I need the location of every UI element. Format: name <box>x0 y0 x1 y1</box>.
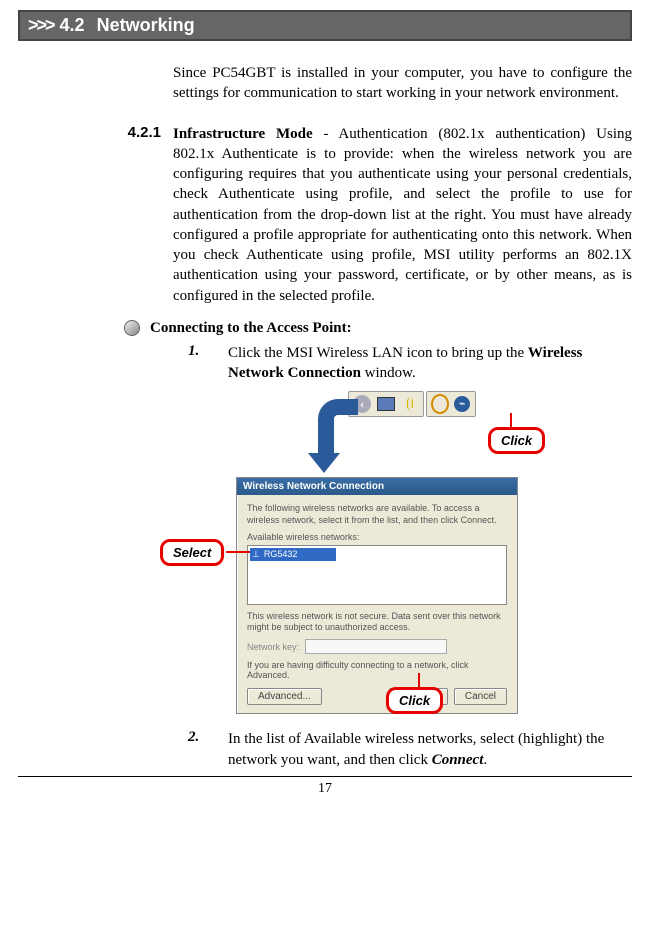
infra-mode-label: Infrastructure Mode <box>173 126 313 142</box>
bullet-icon <box>124 320 140 336</box>
callout-line <box>510 413 512 430</box>
step2-bold: Connect <box>432 752 484 768</box>
subsection-text: - Authentication (802.1x authentication)… <box>173 126 632 304</box>
step2-part2: . <box>483 752 487 768</box>
signal-icon: ⊥ <box>252 549 260 560</box>
network-key-input[interactable] <box>305 639 447 654</box>
network-item-selected[interactable]: ⊥ RG5432 <box>250 548 336 561</box>
step-number: 1. <box>188 343 228 384</box>
intro-paragraph: Since PC54GBT is installed in your compu… <box>173 63 632 104</box>
subsection-421: 4.2.1 Infrastructure Mode - Authenticati… <box>18 124 632 306</box>
dialog-body: The following wireless networks are avai… <box>237 495 517 713</box>
advanced-button[interactable]: Advanced... <box>247 688 322 705</box>
figure: ‹ ⟮୲ ⌁ Wireless Network Connection The f… <box>228 391 588 721</box>
button-row: Advanced... Connect Cancel <box>247 688 507 705</box>
wireless-signal-icon[interactable]: ⟮୲ <box>401 395 419 413</box>
dialog-title: Wireless Network Connection <box>237 478 517 495</box>
security-warning: This wireless network is not secure. Dat… <box>247 611 507 634</box>
step-2: 2. In the list of Available wireless net… <box>188 729 632 770</box>
network-icon[interactable] <box>377 395 395 413</box>
step2-part1: In the list of Available wireless networ… <box>228 731 604 767</box>
arrow-down-icon <box>306 399 348 473</box>
system-tray: ‹ ⟮୲ ⌁ <box>348 391 476 417</box>
clock-icon[interactable] <box>431 395 449 413</box>
step1-part1: Click the MSI Wireless LAN icon to bring… <box>228 345 528 361</box>
callout-line <box>226 551 250 553</box>
step-number: 2. <box>188 729 228 770</box>
cancel-button[interactable]: Cancel <box>454 688 507 705</box>
network-key-row: Network key: <box>247 639 507 654</box>
step-text: Click the MSI Wireless LAN icon to bring… <box>228 343 632 384</box>
network-ssid: RG5432 <box>264 549 298 559</box>
wireless-connection-dialog: Wireless Network Connection The followin… <box>236 477 518 714</box>
callout-click-connect: Click <box>386 687 443 714</box>
step-text: In the list of Available wireless networ… <box>228 729 632 770</box>
available-networks-label: Available wireless networks: <box>247 532 507 542</box>
section-number: 4.2 <box>60 15 85 36</box>
advanced-note: If you are having difficulty connecting … <box>247 660 507 680</box>
step-1: 1. Click the MSI Wireless LAN icon to br… <box>188 343 632 384</box>
tray-group-2: ⌁ <box>426 391 476 417</box>
connecting-heading-row: Connecting to the Access Point: <box>124 320 632 337</box>
status-icon[interactable]: ⌁ <box>453 395 471 413</box>
section-header: >>> 4.2 Networking <box>18 10 632 41</box>
section-title: Networking <box>97 15 195 36</box>
page-number: 17 <box>18 781 632 797</box>
subsection-number: 4.2.1 <box>18 124 173 306</box>
network-key-label: Network key: <box>247 642 299 652</box>
subsection-body: Infrastructure Mode - Authentication (80… <box>173 124 632 306</box>
dialog-intro-text: The following wireless networks are avai… <box>247 503 507 526</box>
chevron-marker: >>> <box>28 15 54 36</box>
tray-group: ‹ ⟮୲ <box>348 391 424 417</box>
network-list[interactable]: ⊥ RG5432 <box>247 545 507 605</box>
callout-select: Select <box>160 539 224 566</box>
footer-rule <box>18 776 632 777</box>
connecting-heading: Connecting to the Access Point: <box>150 320 352 337</box>
callout-line <box>418 673 420 689</box>
callout-click-tray: Click <box>488 427 545 454</box>
step1-part2: window. <box>361 365 416 381</box>
